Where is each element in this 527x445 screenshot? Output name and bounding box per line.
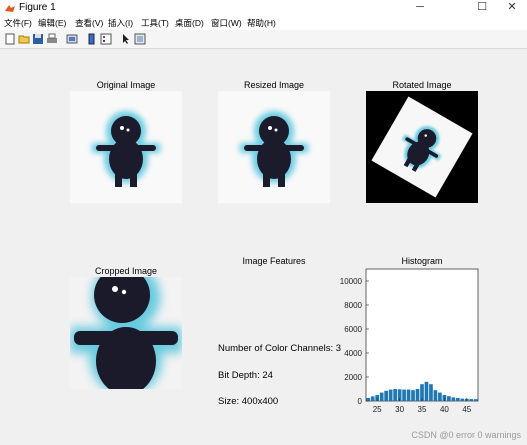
open-icon[interactable] [18, 33, 30, 45]
menu-desktop[interactable]: 桌面(D) [175, 17, 204, 29]
plot-tools-icon[interactable] [134, 33, 146, 45]
histogram-bar [366, 398, 371, 401]
figure-canvas: Original Image Resized Image Rotated Ima… [0, 49, 527, 445]
y-tick-label: 6000 [344, 325, 362, 334]
x-tick-label: 30 [395, 405, 404, 414]
histogram-bar [415, 389, 420, 401]
close-button[interactable]: ✕ [497, 0, 527, 16]
histogram-bar [433, 390, 438, 401]
toolbar [0, 30, 527, 49]
print-icon[interactable] [46, 33, 58, 45]
color-channels-text: Number of Color Channels: 3 [218, 343, 342, 354]
menu-file[interactable]: 文件(F) [4, 17, 32, 29]
x-tick-label: 25 [373, 405, 382, 414]
histogram-bar [469, 399, 474, 401]
cropped-image-title: Cropped Image [94, 266, 158, 276]
menu-insert[interactable]: 插入(I) [108, 17, 133, 29]
resized-image [218, 91, 330, 203]
histogram-axes [365, 268, 479, 402]
histogram-bar [370, 396, 375, 401]
y-tick-label: 10000 [340, 277, 363, 286]
pointer-icon[interactable] [120, 33, 132, 45]
insert-legend-icon[interactable] [100, 33, 112, 45]
histogram-bar [424, 381, 429, 401]
rotated-image [366, 91, 478, 203]
image-size-text: Size: 400x400 [218, 396, 279, 407]
original-image-title: Original Image [96, 80, 156, 90]
save-icon[interactable] [32, 33, 44, 45]
histogram-bar [384, 390, 388, 401]
histogram-bar [438, 392, 442, 401]
features-title: Image Features [242, 256, 306, 266]
title-bar: Figure 1 ─ ☐ ✕ [0, 0, 527, 16]
histogram-bar [451, 397, 456, 401]
y-tick-label: 0 [358, 397, 363, 406]
histogram-bar [402, 389, 406, 401]
histogram-bar [406, 389, 411, 401]
bit-depth-text: Bit Depth: 24 [218, 370, 273, 381]
y-tick-label: 4000 [344, 349, 362, 358]
menu-view[interactable]: 查看(V) [75, 17, 103, 29]
x-tick-label: 45 [462, 405, 471, 414]
menu-bar: 文件(F) 编辑(E) 查看(V) 插入(I) 工具(T) 桌面(D) 窗口(W… [0, 16, 527, 30]
watermark: CSDN @0 error 0 warnings [411, 430, 521, 440]
x-tick-label: 40 [440, 405, 449, 414]
matlab-icon [5, 5, 15, 12]
x-tick-label: 35 [418, 405, 427, 414]
resized-image-title: Resized Image [243, 80, 305, 90]
insert-colorbar-icon[interactable] [86, 33, 98, 45]
rotated-image-title: Rotated Image [392, 80, 452, 90]
histogram-bar [460, 398, 465, 401]
menu-edit[interactable]: 编辑(E) [38, 17, 66, 29]
menu-tools[interactable]: 工具(T) [141, 17, 169, 29]
histogram-bar [456, 398, 460, 401]
menu-window[interactable]: 窗口(W) [211, 17, 242, 29]
menu-help[interactable]: 帮助(H) [247, 17, 276, 29]
y-tick-label: 2000 [344, 373, 362, 382]
cropped-image [70, 277, 182, 389]
new-figure-icon[interactable] [4, 33, 16, 45]
histogram-bar [447, 396, 451, 401]
y-tick-label: 8000 [344, 301, 362, 310]
histogram-bar [379, 392, 384, 401]
window-title: Figure 1 [19, 2, 56, 13]
histogram-bar [473, 399, 478, 401]
original-image [70, 91, 182, 203]
histogram-chart: 0 2000 4000 6000 8000 10000 25 30 35 40 45 [340, 268, 479, 414]
maximize-button[interactable]: ☐ [467, 0, 497, 16]
link-plot-icon[interactable] [66, 33, 78, 45]
histogram-bar [411, 390, 415, 401]
minimize-button[interactable]: ─ [405, 0, 435, 16]
histogram-bar [393, 389, 397, 401]
histogram-bar [388, 389, 393, 401]
histogram-bar [429, 384, 433, 401]
